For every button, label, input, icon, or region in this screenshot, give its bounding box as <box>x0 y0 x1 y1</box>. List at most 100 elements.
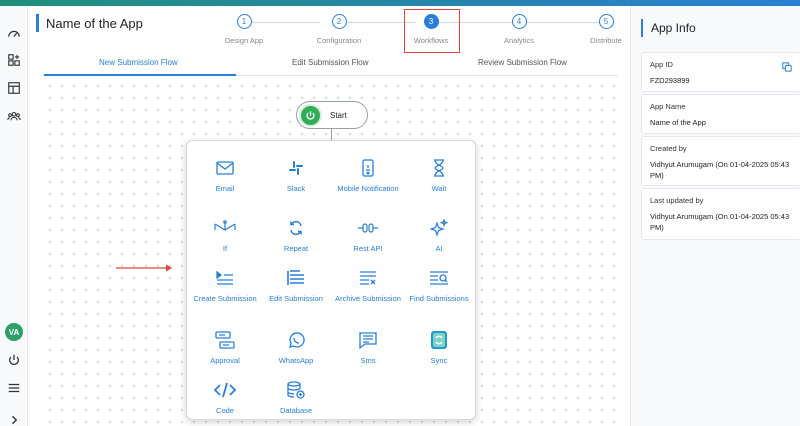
page-title: Name of the App <box>46 16 143 31</box>
action-label: Archive Submission <box>335 294 401 303</box>
slack-icon <box>260 157 332 179</box>
apps-grid-icon[interactable] <box>4 50 24 70</box>
hourglass-icon <box>403 157 475 179</box>
step-label: Distribute <box>590 36 622 45</box>
app-id-card: App ID FZD293899 <box>641 52 800 92</box>
action-archive-submission[interactable]: Archive Submission <box>332 267 404 304</box>
users-group-icon[interactable] <box>4 106 24 126</box>
action-label: Sync <box>430 356 448 365</box>
created-by-value: Vidhyut Arumugam (On 01-04-2025 05:43 PM… <box>650 160 790 180</box>
action-label: Sms <box>360 356 376 365</box>
user-avatar[interactable]: VA <box>5 323 23 341</box>
step-number: 1 <box>236 14 252 29</box>
last-updated-card: Last updated by Vidhyut Arumugam (On 01-… <box>641 188 800 240</box>
chevron-right-icon[interactable] <box>4 410 24 426</box>
power-start-icon[interactable] <box>299 104 322 127</box>
annotation-arrow-icon <box>116 264 172 272</box>
step-number: 5 <box>598 14 614 29</box>
info-title-accent <box>641 19 643 37</box>
action-label: Wait <box>431 184 447 193</box>
edit-submission-icon <box>260 267 332 289</box>
action-database[interactable]: Database <box>260 379 332 416</box>
dashboard-gauge-icon[interactable] <box>4 24 24 44</box>
app-name-label: App Name <box>650 102 686 111</box>
left-nav-rail: VA <box>0 6 28 426</box>
layout-template-icon[interactable] <box>4 78 24 98</box>
copy-icon[interactable] <box>782 59 792 77</box>
create-submission-icon <box>189 267 261 289</box>
action-label: Database <box>279 406 313 415</box>
action-label: Approval <box>210 356 240 365</box>
action-sms[interactable]: Sms <box>332 329 404 366</box>
action-code[interactable]: Code <box>189 379 261 416</box>
last-updated-label: Last updated by <box>650 196 704 205</box>
action-label: Repeat <box>283 244 309 253</box>
step-label: Configuration <box>316 36 362 45</box>
action-label: Mobile Notification <box>337 184 399 193</box>
approval-icon <box>189 329 261 351</box>
action-label: Rest API <box>353 244 383 253</box>
action-slack[interactable]: Slack <box>260 157 332 194</box>
active-tab-underline <box>44 74 236 76</box>
created-by-label: Created by <box>650 144 687 153</box>
repeat-icon <box>260 217 332 239</box>
action-if[interactable]: If <box>189 217 261 254</box>
step-number: 2 <box>331 14 347 29</box>
tab-edit-submission-flow[interactable]: Edit Submission Flow <box>292 58 368 67</box>
step-number: 4 <box>511 14 527 29</box>
action-label: Slack <box>286 184 306 193</box>
app-id-value: FZD293899 <box>650 76 690 85</box>
database-icon <box>260 379 332 401</box>
action-label: WhatsApp <box>278 356 314 365</box>
step-label: Analytics <box>503 36 534 45</box>
action-picker-menu: Email Slack Mobile Notification Wait If … <box>186 140 476 420</box>
title-accent-bar <box>36 14 39 32</box>
action-create-submission[interactable]: Create Submission <box>189 267 261 304</box>
branch-icon <box>189 217 261 239</box>
api-icon <box>332 217 404 239</box>
start-label: Start <box>330 111 347 120</box>
action-edit-submission[interactable]: Edit Submission <box>260 267 332 304</box>
step-configuration[interactable]: 2 Configuration <box>309 14 369 45</box>
app-name-value: Name of the App <box>650 118 706 127</box>
sparkle-icon <box>403 217 475 239</box>
action-label: Edit Submission <box>269 294 323 303</box>
step-analytics[interactable]: 4 Analytics <box>489 14 549 45</box>
last-updated-value: Vidhyut Arumugam (On 01-04-2025 05:43 PM… <box>650 212 790 232</box>
app-info-panel: App Info App ID FZD293899 App Name Name … <box>630 6 800 426</box>
action-sync[interactable]: Sync <box>403 329 475 366</box>
action-label: AI <box>435 244 443 253</box>
action-find-submissions[interactable]: Find Submissions <box>403 267 475 304</box>
tab-review-submission-flow[interactable]: Review Submission Flow <box>478 58 567 67</box>
step-design-app[interactable]: 1 Design App <box>214 14 274 45</box>
power-icon[interactable] <box>4 350 24 370</box>
action-repeat[interactable]: Repeat <box>260 217 332 254</box>
sms-icon <box>332 329 404 351</box>
tab-new-submission-flow[interactable]: New Submission Flow <box>99 58 178 67</box>
action-label: Email <box>215 184 235 193</box>
action-email[interactable]: Email <box>189 157 261 194</box>
action-label: Find Submissions <box>409 294 469 303</box>
find-submissions-icon <box>403 267 475 289</box>
action-wait[interactable]: Wait <box>403 157 475 194</box>
flow-tabs: New Submission Flow Edit Submission Flow… <box>44 54 618 76</box>
whatsapp-icon <box>260 329 332 351</box>
active-step-highlight <box>404 9 460 53</box>
action-label: Code <box>216 406 234 415</box>
action-rest-api[interactable]: Rest API <box>332 217 404 254</box>
app-id-label: App ID <box>650 60 673 69</box>
info-panel-title: App Info <box>651 21 696 35</box>
hamburger-menu-icon[interactable] <box>4 378 24 398</box>
action-ai[interactable]: AI <box>403 217 475 254</box>
app-name-card: App Name Name of the App <box>641 94 800 134</box>
step-label: Design App <box>224 36 264 45</box>
sync-icon <box>403 329 475 351</box>
action-approval[interactable]: Approval <box>189 329 261 366</box>
start-node[interactable]: Start <box>296 101 368 129</box>
action-mobile-notification[interactable]: Mobile Notification <box>332 157 404 194</box>
code-icon <box>189 379 261 401</box>
archive-submission-icon <box>332 267 404 289</box>
step-distribute[interactable]: 5 Distribute <box>576 14 636 45</box>
action-label: If <box>222 244 228 253</box>
action-whatsapp[interactable]: WhatsApp <box>260 329 332 366</box>
